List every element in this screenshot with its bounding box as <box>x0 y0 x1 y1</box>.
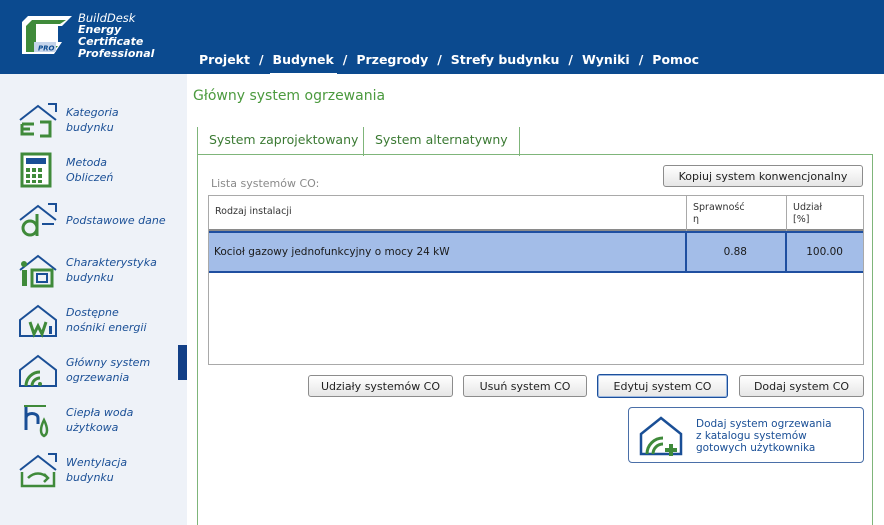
app-logo-icon: PRO <box>22 16 72 54</box>
add-from-catalog-button[interactable]: Dodaj system ogrzewania z katalogu syste… <box>628 407 864 463</box>
energy-carriers-icon <box>19 304 57 338</box>
sidebar-item-label: Charakterystyka budynku <box>66 256 157 284</box>
list-label: Lista systemów CO: <box>211 177 320 190</box>
nav-separator: / <box>568 52 573 67</box>
sidebar-item-wentylacja[interactable]: Wentylacja budynku <box>0 445 187 495</box>
brand-line-4: Professional <box>78 47 155 60</box>
page-title: Główny system ogrzewania <box>193 88 386 104</box>
sidebar-item-kategoria[interactable]: Kategoria budynku <box>0 95 187 145</box>
main-nav: Projekt / Budynek / Przegrody / Strefy b… <box>196 52 702 76</box>
table-header: Rodzaj instalacji Sprawność η Udział [%] <box>209 196 863 231</box>
basic-data-icon <box>19 203 57 237</box>
heating-icon <box>19 354 57 387</box>
cell-efficiency: 0.88 <box>687 231 787 273</box>
sidebar-item-label: Podstawowe dane <box>66 213 166 227</box>
tab-system-alternatywny[interactable]: System alternatywny <box>363 127 520 156</box>
header-bar: PRO BuildDesk Energy Certificate Profess… <box>0 0 884 76</box>
sidebar-item-label: Ciepła woda użytkowa <box>66 406 134 434</box>
sidebar-item-nosniki-energii[interactable]: Dostępne nośniki energii <box>0 295 187 345</box>
column-header-share[interactable]: Udział [%] <box>787 196 863 231</box>
logo-badge: PRO <box>38 45 55 53</box>
sidebar-item-label: Metoda Obliczeń <box>66 156 114 184</box>
nav-separator: / <box>342 52 348 67</box>
copy-conventional-button[interactable]: Kopiuj system konwencjonalny <box>663 165 863 187</box>
active-item-marker <box>178 345 187 380</box>
sidebar-item-label: Dostępne nośniki energii <box>66 306 147 334</box>
column-header-type[interactable]: Rodzaj instalacji <box>209 196 687 231</box>
nav-separator: / <box>437 52 442 67</box>
edit-system-button[interactable]: Edytuj system CO <box>597 374 728 398</box>
sidebar-item-label: Główny system ogrzewania <box>66 356 151 384</box>
app-window: PRO BuildDesk Energy Certificate Profess… <box>0 0 884 525</box>
sidebar-item-metoda[interactable]: Metoda Obliczeń <box>0 145 187 195</box>
cell-type: Kocioł gazowy jednofunkcyjny o mocy 24 k… <box>209 231 687 273</box>
sidebar-item-glowny-system[interactable]: Główny system ogrzewania <box>0 345 187 395</box>
nav-strefy-budynku[interactable]: Strefy budynku <box>448 52 563 67</box>
table-row[interactable]: Kocioł gazowy jednofunkcyjny o mocy 24 k… <box>209 231 863 273</box>
sidebar-item-charakterystyka[interactable]: Charakterystyka budynku <box>0 245 187 295</box>
add-system-button[interactable]: Dodaj system CO <box>739 375 864 397</box>
category-icon <box>19 103 57 138</box>
nav-separator: / <box>258 52 264 67</box>
catalog-label: Dodaj system ogrzewania z katalogu syste… <box>696 418 832 454</box>
hot-water-icon <box>24 405 49 438</box>
nav-budynek[interactable]: Budynek <box>269 52 337 76</box>
ventilation-icon <box>19 453 57 488</box>
nav-przegrody[interactable]: Przegrody <box>353 52 431 67</box>
calculator-icon <box>20 152 52 188</box>
nav-wyniki[interactable]: Wyniki <box>579 52 633 67</box>
column-header-efficiency[interactable]: Sprawność η <box>687 196 787 231</box>
tab-system-zaprojektowany[interactable]: System zaprojektowany <box>197 127 370 155</box>
brand-name: BuildDesk Energy Certificate Professiona… <box>78 12 154 60</box>
nav-projekt[interactable]: Projekt <box>196 52 253 67</box>
sidebar-item-label: Wentylacja budynku <box>66 456 128 484</box>
remove-system-button[interactable]: Usuń system CO <box>463 375 587 397</box>
sidebar-item-ciepla-woda[interactable]: Ciepła woda użytkowa <box>0 395 187 445</box>
heating-systems-table: Rodzaj instalacji Sprawność η Udział [%]… <box>208 195 864 365</box>
building-info-icon <box>19 254 57 288</box>
cell-share: 100.00 <box>806 246 843 258</box>
nav-separator: / <box>638 52 644 67</box>
sidebar-item-label: Kategoria budynku <box>66 106 119 134</box>
sidebar-item-podstawowe-dane[interactable]: Podstawowe dane <box>0 195 187 245</box>
system-shares-button[interactable]: Udziały systemów CO <box>308 375 453 397</box>
heating-add-icon <box>639 416 683 456</box>
sidebar: Kategoria budynku Metoda Obliczeń Podsta… <box>0 74 187 525</box>
nav-pomoc[interactable]: Pomoc <box>649 52 702 67</box>
